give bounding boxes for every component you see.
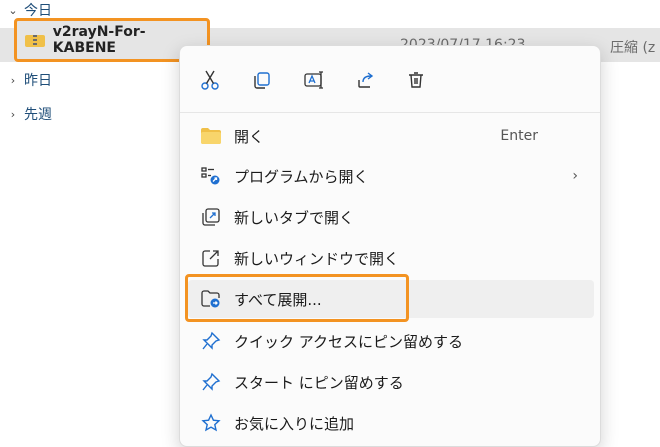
new-window-icon: [200, 248, 222, 268]
scissors-icon: [201, 70, 219, 90]
chevron-down-icon: ⌄: [8, 3, 18, 17]
menu-item-label: プログラムから開く: [234, 167, 369, 186]
copy-icon: [254, 72, 270, 89]
group-last-week[interactable]: › 先週: [8, 104, 52, 124]
menu-item-label: クイック アクセスにピン留めする: [234, 332, 464, 351]
file-type: 圧縮 (z: [610, 40, 656, 56]
rename-button[interactable]: [300, 66, 328, 94]
extract-icon: [200, 289, 222, 309]
group-today[interactable]: ⌄ 今日: [8, 0, 52, 20]
context-menu: 開く Enter プログラムから開く › 新しいタブで開く 新しいウィンドウで開…: [179, 45, 601, 447]
rename-icon: [304, 71, 323, 89]
open-with-icon: [200, 166, 222, 186]
context-toolbar: [180, 46, 600, 112]
menu-item-shortcut: Enter: [500, 128, 538, 144]
copy-button[interactable]: [248, 66, 276, 94]
share-icon: [358, 72, 374, 88]
menu-item-label: スタート にピン留めする: [234, 373, 404, 392]
menu-item-label: すべて展開...: [234, 290, 322, 309]
folder-icon: [200, 126, 222, 146]
menu-item-open[interactable]: 開く Enter: [188, 117, 594, 155]
group-yesterday[interactable]: › 昨日: [8, 70, 52, 90]
share-button[interactable]: [352, 66, 380, 94]
zip-folder-icon: [25, 33, 45, 47]
menu-item-open-new-tab[interactable]: 新しいタブで開く: [188, 198, 594, 236]
trash-icon: [409, 72, 423, 88]
menu-item-pin-start[interactable]: スタート にピン留めする: [188, 363, 594, 401]
group-today-label: 今日: [24, 3, 52, 19]
pin-icon: [200, 372, 222, 392]
chevron-right-icon: ›: [10, 107, 16, 121]
menu-item-pin-quick-access[interactable]: クイック アクセスにピン留めする: [188, 322, 594, 360]
menu-item-label: 新しいウィンドウで開く: [234, 249, 400, 268]
group-yesterday-label: 昨日: [24, 73, 52, 89]
pin-icon: [200, 331, 222, 351]
menu-item-label: 新しいタブで開く: [234, 208, 355, 227]
group-last-week-label: 先週: [24, 107, 52, 123]
toolbar-divider: [180, 112, 600, 113]
menu-item-open-with[interactable]: プログラムから開く ›: [188, 157, 594, 195]
menu-item-label: 開く: [234, 127, 265, 146]
star-icon: [200, 413, 222, 433]
chevron-right-icon: ›: [572, 168, 578, 184]
menu-item-extract-all[interactable]: すべて展開...: [188, 280, 594, 318]
delete-button[interactable]: [402, 66, 430, 94]
menu-item-label: お気に入りに追加: [234, 414, 355, 433]
menu-item-add-favorites[interactable]: お気に入りに追加: [188, 404, 594, 442]
cut-button[interactable]: [196, 66, 224, 94]
new-tab-icon: [200, 207, 222, 227]
menu-item-open-new-window[interactable]: 新しいウィンドウで開く: [188, 239, 594, 277]
chevron-right-icon: ›: [10, 73, 16, 87]
